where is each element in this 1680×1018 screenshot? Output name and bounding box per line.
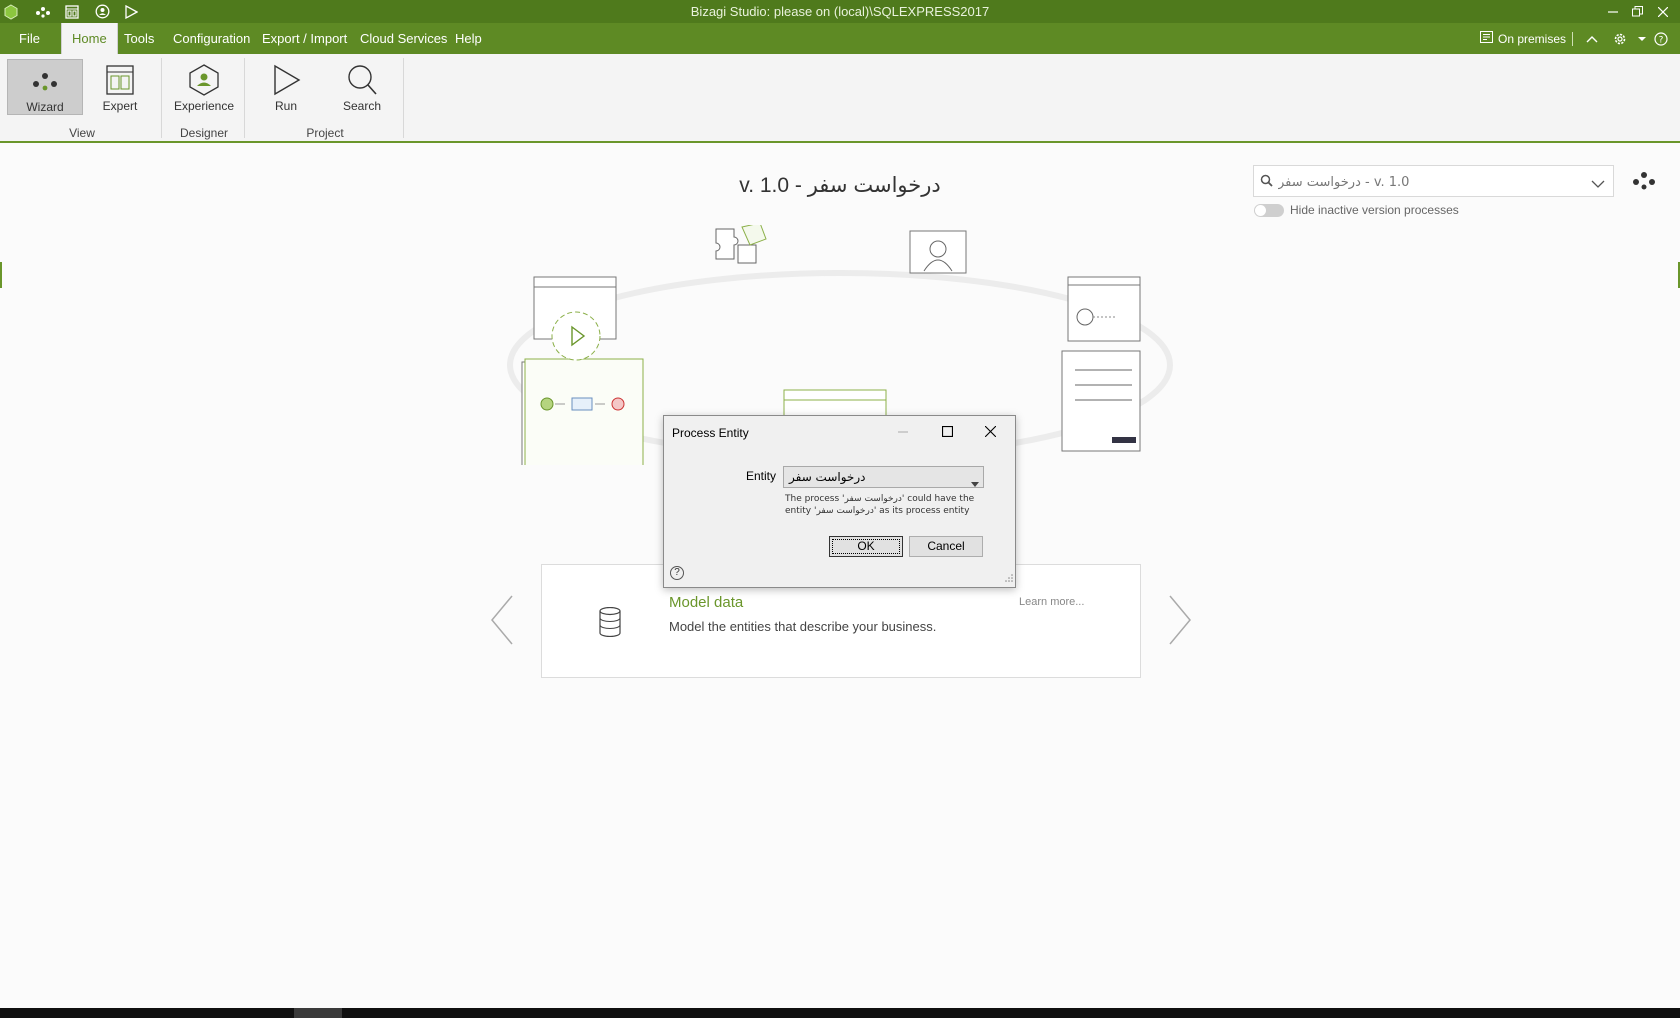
expert-icon: [103, 63, 137, 97]
process-map-icon[interactable]: [1629, 168, 1659, 194]
gear-icon[interactable]: [1613, 23, 1627, 54]
group-separator: [161, 58, 162, 138]
previous-step-arrow[interactable]: [490, 595, 514, 648]
step-description: Model the entities that describe your bu…: [669, 619, 937, 634]
step-title[interactable]: Model data: [669, 594, 743, 611]
help-icon[interactable]: ?: [1654, 23, 1668, 54]
title-bar: Bizagi Studio: please on (local)\SQLEXPR…: [0, 0, 1680, 23]
puzzle-icon: [715, 225, 767, 264]
menu-home[interactable]: Home: [61, 23, 118, 54]
group-label-designer: Designer: [179, 126, 229, 140]
hide-inactive-label: Hide inactive version processes: [1290, 203, 1459, 217]
close-icon[interactable]: [976, 420, 1004, 442]
wizard-label: Wizard: [26, 100, 64, 114]
run-icon: [269, 63, 303, 97]
ribbon: Wizard Expert Experience Run Search View…: [0, 54, 1680, 143]
hide-inactive-toggle[interactable]: [1254, 204, 1284, 217]
chevron-down-icon[interactable]: [1638, 23, 1646, 54]
left-edge-marker: [0, 262, 2, 288]
wizard-icon: [28, 64, 62, 98]
help-icon[interactable]: ?: [670, 566, 684, 580]
menu-export-import[interactable]: Export / Import: [252, 23, 357, 54]
experience-label: Experience: [173, 99, 235, 113]
group-separator: [403, 58, 404, 138]
menu-help[interactable]: Help: [445, 23, 492, 54]
run-button[interactable]: Run: [248, 59, 324, 115]
svg-text:?: ?: [1659, 35, 1664, 45]
resize-grip-icon[interactable]: [1005, 570, 1013, 585]
maximize-icon[interactable]: [933, 420, 961, 442]
entity-select[interactable]: درخواست سفر: [783, 466, 984, 488]
collapse-ribbon-icon[interactable]: [1586, 23, 1598, 54]
server-icon: [1480, 31, 1493, 46]
menu-cloud-services[interactable]: Cloud Services: [350, 23, 457, 54]
taskbar-item[interactable]: [294, 1008, 342, 1018]
search-button[interactable]: Search: [324, 59, 400, 115]
process-entity-dialog: Process Entity Entity درخواست سفر The pr…: [663, 415, 1016, 588]
toggle-knob: [1255, 205, 1266, 216]
next-step-arrow[interactable]: [1168, 595, 1192, 648]
menu-bar: File Home Tools Configuration Export / I…: [0, 23, 1680, 54]
menu-file[interactable]: File: [9, 23, 50, 54]
dialog-title: Process Entity: [672, 426, 749, 440]
group-label-project: Project: [306, 126, 344, 140]
ok-button[interactable]: OK: [829, 536, 903, 557]
user-icon: [909, 230, 967, 274]
search-label: Search: [342, 99, 382, 113]
chevron-down-icon: [971, 475, 979, 490]
form-icon: [1061, 276, 1141, 452]
run-cycle-icon: [533, 276, 617, 361]
search-icon: [345, 63, 379, 97]
process-search-input[interactable]: [1253, 165, 1614, 197]
wizard-button[interactable]: Wizard: [7, 59, 83, 115]
experience-button[interactable]: Experience: [166, 59, 242, 115]
close-icon[interactable]: [1648, 0, 1678, 23]
window-title: Bizagi Studio: please on (local)\SQLEXPR…: [690, 4, 990, 19]
environment-indicator[interactable]: On premises: [1480, 23, 1566, 54]
experience-icon: [187, 63, 221, 97]
run-label: Run: [274, 99, 297, 113]
expert-label: Expert: [102, 99, 138, 113]
menu-tools[interactable]: Tools: [114, 23, 164, 54]
chevron-down-icon[interactable]: [1591, 176, 1605, 191]
menu-separator: [1572, 23, 1573, 54]
database-icon: [598, 606, 622, 640]
taskbar: [0, 1008, 1680, 1018]
group-label-view: View: [69, 126, 95, 140]
cancel-button[interactable]: Cancel: [909, 536, 983, 557]
entity-select-value: درخواست سفر: [789, 470, 866, 484]
group-separator: [244, 58, 245, 138]
learn-more-link[interactable]: Learn more...: [1019, 596, 1084, 608]
environment-label: On premises: [1498, 31, 1567, 46]
process-search-field[interactable]: [1278, 172, 1578, 192]
expert-button[interactable]: Expert: [82, 59, 158, 115]
menu-configuration[interactable]: Configuration: [163, 23, 260, 54]
minimize-icon[interactable]: [889, 420, 917, 442]
model-process-icon: [521, 358, 644, 465]
entity-note: The process 'درخواست سفر' could have the…: [785, 494, 975, 516]
entity-label: Entity: [746, 469, 777, 483]
search-icon: [1260, 174, 1273, 190]
